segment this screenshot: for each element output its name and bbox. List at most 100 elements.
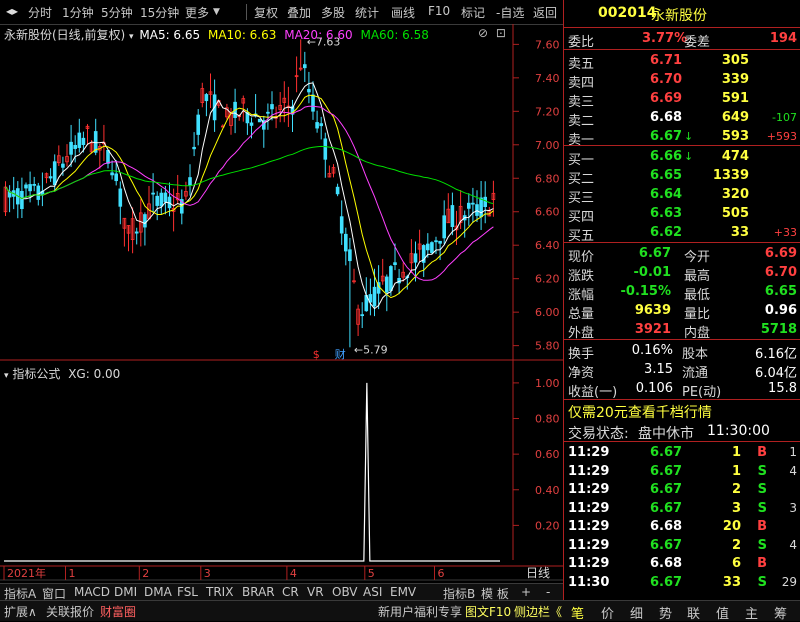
wealth-circle-tab[interactable]: 财富圈: [100, 603, 136, 620]
related-quotes-tab[interactable]: 关联报价: [46, 603, 94, 620]
chevron-down-icon[interactable]: ▼: [213, 7, 220, 17]
indicator-title[interactable]: 指标公式: [12, 367, 60, 381]
buy-level[interactable]: 买五 6.62 33 +33: [564, 223, 800, 244]
expand-icon[interactable]: ⊡: [496, 26, 506, 40]
tab-shi[interactable]: 势: [659, 603, 672, 622]
tick-row[interactable]: 11:29 6.67 2 S: [564, 536, 800, 556]
indicator-tick-label: 0.20: [535, 519, 560, 532]
price-tick-label: 7.40: [535, 72, 560, 85]
tab-zhi[interactable]: 值: [716, 603, 729, 622]
sell-level[interactable]: 卖一 6.67 ↓ 593 +593: [564, 127, 800, 148]
tick-row[interactable]: 11:30 6.67 33 S: [564, 573, 800, 593]
new-user-welfare-tab[interactable]: 新用户福利专享: [378, 603, 462, 620]
sell-level[interactable]: 卖三 6.69 591: [564, 89, 800, 110]
candle-body: [479, 197, 483, 218]
tab-fsl[interactable]: FSL: [177, 585, 198, 599]
sell-level[interactable]: 卖四 6.70 339: [564, 70, 800, 91]
tick-price: 6.67: [650, 537, 683, 553]
tab-remove[interactable]: -: [546, 585, 550, 599]
toolbar-back[interactable]: 返回: [533, 4, 557, 21]
moving-averages-group: [5, 82, 494, 310]
tick-side: S: [757, 482, 767, 497]
toolbar-more[interactable]: 更多: [185, 4, 209, 21]
tab-macd[interactable]: MACD: [74, 585, 110, 599]
ma60-label: MA60: 6.58: [360, 28, 429, 42]
toolbar-f10[interactable]: F10: [428, 4, 450, 18]
toolbar-duogu[interactable]: 多股: [321, 4, 345, 21]
tab-trix[interactable]: TRIX: [206, 585, 233, 599]
tick-row[interactable]: 11:29 6.68 6 B: [564, 554, 800, 574]
ma10-line: [5, 94, 494, 299]
toolbar-1min[interactable]: 1分钟: [62, 4, 94, 21]
candle-body: [430, 242, 434, 253]
tick-row[interactable]: 11:29 6.67 1 B: [564, 443, 800, 463]
price-tick-label: 7.60: [535, 38, 560, 51]
settings-icon[interactable]: ⊘: [478, 26, 488, 40]
fundamental-label: 收益(一): [568, 385, 618, 400]
tab-dmi[interactable]: DMI: [114, 585, 137, 599]
toolbar-diejia[interactable]: 叠加: [287, 4, 311, 21]
tick-row[interactable]: 11:29 6.67 3 S: [564, 499, 800, 519]
fundamental-value: 0.106: [635, 381, 673, 396]
buy-level[interactable]: 买三 6.64 320: [564, 185, 800, 206]
tab-cr[interactable]: CR: [282, 585, 299, 599]
toolbar-huaxian[interactable]: 画线: [391, 4, 415, 21]
buy-level[interactable]: 买一 6.66 ↓ 474: [564, 147, 800, 168]
tick-row[interactable]: 11:29 6.67 2 S: [564, 480, 800, 500]
kline-chart[interactable]: 7.60 7.40 7.20 7.00 6.80 6.60 6.40 6.20 6.00 5.80…: [0, 24, 563, 584]
chevron-down-icon[interactable]: ▾: [129, 32, 134, 42]
fundamental-label: PE(动): [682, 385, 722, 400]
tab-jia[interactable]: 价: [601, 603, 614, 622]
sidebar-toggle[interactable]: 侧边栏《: [514, 603, 562, 620]
finance-marker[interactable]: 财: [335, 347, 346, 361]
toolbar-arrows-icon[interactable]: ◂▸: [6, 4, 18, 18]
buy-level[interactable]: 买四 6.63 505: [564, 204, 800, 225]
candle-body: [28, 184, 32, 192]
tab-xi[interactable]: 细: [630, 603, 643, 622]
toolbar-biaoji[interactable]: 标记: [461, 4, 485, 21]
tick-price: 6.68: [650, 519, 683, 534]
tab-add[interactable]: +: [521, 585, 531, 599]
tick-row[interactable]: 11:29 6.67 1 S: [564, 462, 800, 482]
dividend-marker[interactable]: $: [313, 348, 320, 361]
tab-obv[interactable]: OBV: [332, 585, 358, 599]
toolbar-zixuan[interactable]: -自选: [496, 4, 524, 21]
toolbar-5min[interactable]: 5分钟: [101, 4, 133, 21]
tick-volume: 2: [731, 537, 741, 553]
tab-brar[interactable]: BRAR: [242, 585, 275, 599]
tab-vr[interactable]: VR: [307, 585, 324, 599]
toolbar-tongji[interactable]: 统计: [355, 4, 379, 21]
tab-lian[interactable]: 联: [687, 603, 700, 622]
date-tick-label: 5: [368, 567, 375, 580]
buy-level[interactable]: 买二 6.65 1339: [564, 166, 800, 187]
promo-row[interactable]: 仅需20元查看千档行情: [564, 400, 800, 422]
date-tick-label: 2021年: [7, 566, 46, 580]
indicator-tick-label: 0.60: [535, 448, 560, 461]
weibi-value: 3.77%: [642, 31, 688, 46]
trade-status-label: 交易状态:: [568, 426, 629, 442]
candle-body: [438, 240, 442, 244]
sell-level[interactable]: 卖二 6.68 649 -107: [564, 108, 800, 129]
tab-bi[interactable]: 笔: [571, 603, 584, 622]
expand-button[interactable]: 扩展∧: [4, 603, 37, 620]
tick-time: 11:29: [568, 537, 610, 553]
promo-text[interactable]: 仅需20元查看千档行情: [568, 402, 712, 422]
level-price: 6.68: [650, 110, 683, 125]
quote-value: 3921: [634, 322, 671, 337]
candle-body: [483, 196, 487, 207]
quote-value: 0.96: [764, 303, 797, 318]
sell-level[interactable]: 卖五 6.71 305: [564, 51, 800, 72]
toolbar-15min[interactable]: 15分钟: [140, 4, 179, 21]
period-label[interactable]: 日线: [526, 566, 550, 580]
f10-graphic-tab[interactable]: 图文F10: [465, 603, 511, 620]
candle-body: [155, 195, 160, 206]
tab-zhu[interactable]: 主: [745, 603, 758, 622]
tab-dma[interactable]: DMA: [144, 585, 172, 599]
toolbar-fuquan[interactable]: 复权: [254, 4, 278, 21]
chevron-down-icon[interactable]: ▾: [4, 371, 9, 381]
tick-row[interactable]: 11:29 6.68 20 B: [564, 517, 800, 537]
toolbar-fenshi[interactable]: 分时: [28, 4, 52, 21]
tab-emv[interactable]: EMV: [390, 585, 416, 599]
tab-chou[interactable]: 筹: [774, 603, 787, 622]
tab-asi[interactable]: ASI: [363, 585, 382, 599]
